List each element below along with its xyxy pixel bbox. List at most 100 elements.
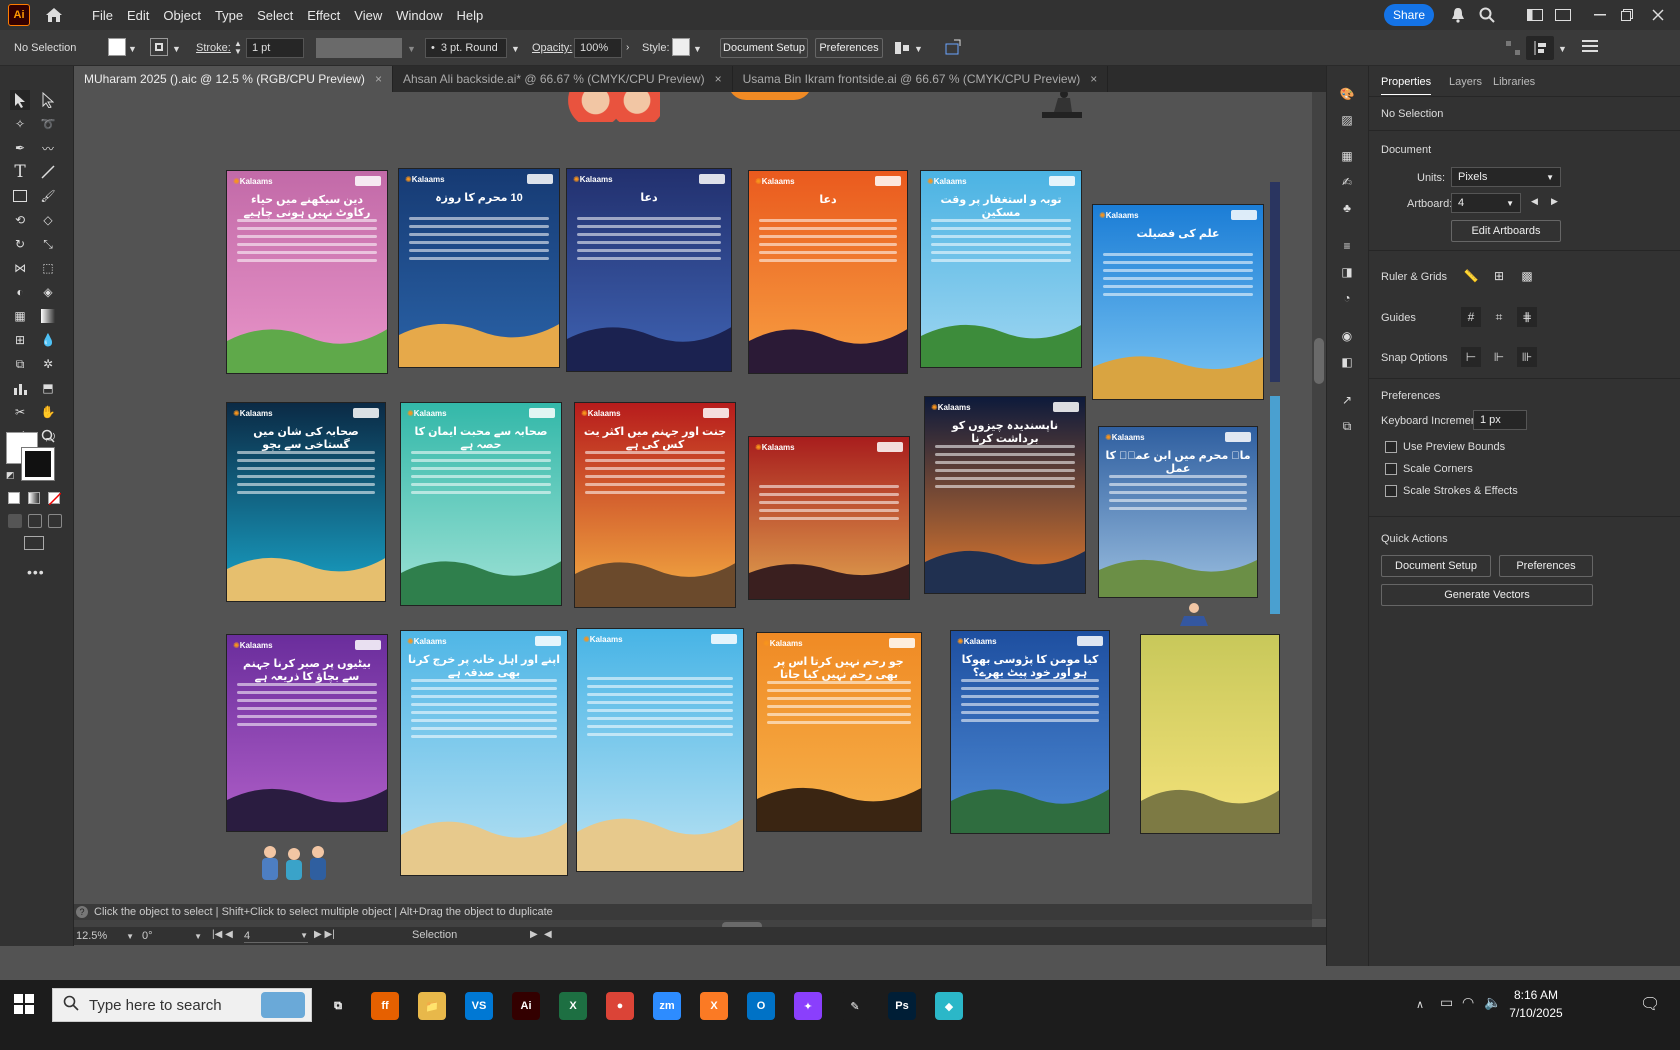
tab-properties[interactable]: Properties <box>1381 76 1432 95</box>
taskbar-app-zoom-icon[interactable]: zm <box>653 992 681 1020</box>
graphic-styles-icon[interactable]: ◧ <box>1337 352 1357 372</box>
selection-tool-icon[interactable] <box>10 90 30 110</box>
gradient-panel-icon[interactable]: ◨ <box>1337 262 1357 282</box>
taskbar-app-xampp-icon[interactable]: X <box>700 992 728 1020</box>
window-switch-icon[interactable] <box>1553 5 1573 25</box>
chevron-down-icon[interactable]: ▼ <box>693 44 702 54</box>
poster-artboard[interactable]: ✺Kalaams اپنے اور اہل خانہ پر خرچ کرنا بھ… <box>400 630 568 876</box>
poster-artboard[interactable]: ✺Kalaams <box>576 628 744 872</box>
vertical-scroll-thumb[interactable] <box>1314 338 1324 384</box>
image-trace-icon[interactable]: ▨ <box>1337 110 1357 130</box>
close-tab-icon[interactable]: × <box>1090 72 1097 86</box>
tab-layers[interactable]: Layers <box>1449 76 1482 88</box>
menu-item-effect[interactable]: Effect <box>307 8 340 23</box>
menu-item-type[interactable]: Type <box>215 8 243 23</box>
edit-artboards-button[interactable]: Edit Artboards <box>1451 220 1561 242</box>
chevron-down-icon[interactable]: ▼ <box>511 44 520 54</box>
chevron-right-icon[interactable]: ▶ <box>530 929 538 940</box>
artboard-number-field[interactable]: 4 ▼ <box>244 929 308 943</box>
taskbar-app-task-view-icon[interactable]: ⧉ <box>324 992 352 1020</box>
taskbar-app-chrome-icon[interactable]: ● <box>606 992 634 1020</box>
close-icon[interactable] <box>1648 5 1668 25</box>
lasso-tool-icon[interactable]: ➰ <box>38 114 58 134</box>
poster-artboard[interactable]: ✺Kalaams جنت اور جہنم میں اکثر یت کس کی ہ… <box>574 402 736 608</box>
shaper-tool-icon[interactable]: ⟲ <box>10 210 30 230</box>
share-button[interactable]: Share <box>1384 4 1434 26</box>
draw-inside-icon[interactable] <box>48 514 62 528</box>
grid-icon[interactable]: ⊞ <box>1489 266 1509 286</box>
eyedropper-tool-icon[interactable]: 💧 <box>38 330 58 350</box>
more-tools-icon[interactable]: ••• <box>27 564 45 580</box>
generate-vectors-button[interactable]: Generate Vectors <box>1381 584 1593 606</box>
taskbar-app-vscode-icon[interactable]: VS <box>465 992 493 1020</box>
taskbar-app-firefox-icon[interactable]: ff <box>371 992 399 1020</box>
direct-selection-tool-icon[interactable] <box>38 90 58 110</box>
rotate-tool-icon[interactable]: ↻ <box>10 234 30 254</box>
previous-artboard-icon[interactable]: ◀ <box>1531 196 1538 207</box>
opacity-label[interactable]: Opacity: <box>532 42 572 54</box>
poster-artboard[interactable]: ✺Kalaams 10 محرم کا روزہ <box>398 168 560 368</box>
taskbar-app-excel-icon[interactable]: X <box>559 992 587 1020</box>
volume-icon[interactable]: 🔈 <box>1484 994 1501 1011</box>
stroke-weight-input[interactable]: 1 pt <box>246 38 304 58</box>
poster-artboard[interactable] <box>1140 634 1280 834</box>
taskbar-app-illustrator-icon[interactable]: Ai <box>512 992 540 1020</box>
color-panel-icon[interactable]: 🎨 <box>1337 84 1357 104</box>
stroke-stepper-icon[interactable]: ▲ ▼ <box>234 40 242 56</box>
taskbar-search-box[interactable]: Type here to search <box>52 988 312 1022</box>
type-tool-icon[interactable]: T <box>10 162 30 182</box>
chevron-up-icon[interactable]: ∧ <box>1416 998 1424 1011</box>
keyboard-increment-input[interactable]: 1 px <box>1473 410 1527 430</box>
poster-artboard[interactable]: ✺Kalaams صحابہ کی شان میں گستاخی سے بچو <box>226 402 386 602</box>
live-paint-tool-icon[interactable]: ◈ <box>38 282 58 302</box>
swatches-icon[interactable]: ▦ <box>1337 146 1357 166</box>
clipart-family[interactable] <box>256 844 332 884</box>
slice-tool-icon[interactable]: ✂ <box>10 402 30 422</box>
brush-definition[interactable]: • 3 pt. Round <box>425 38 507 58</box>
artboard-canvas[interactable]: ✺Kalaams دین سیکھنے میں حیاء رکاوٹ نہیں ہ… <box>74 92 1312 919</box>
perspective-grid-tool-icon[interactable]: ▦ <box>10 306 30 326</box>
scale-strokes-checkbox[interactable] <box>1385 485 1397 497</box>
snap-to-point-icon[interactable]: ⊢ <box>1461 347 1481 367</box>
draw-normal-icon[interactable] <box>8 514 22 528</box>
fill-swatch[interactable] <box>108 38 126 56</box>
preferences-button[interactable]: Preferences <box>815 38 883 58</box>
default-colors-icon[interactable]: ◩ <box>6 470 15 481</box>
symbol-sprayer-tool-icon[interactable]: ✲ <box>38 354 58 374</box>
close-tab-icon[interactable]: × <box>375 72 382 86</box>
isolate-icon[interactable] <box>944 38 962 59</box>
taskbar-app-file-explorer-icon[interactable]: 📁 <box>418 992 446 1020</box>
artboard-tool-icon[interactable]: ⬒ <box>38 378 58 398</box>
arrange-icon[interactable] <box>1505 40 1521 59</box>
transparency-grid-icon[interactable]: ▩ <box>1517 266 1537 286</box>
clipart-praying-man[interactable] <box>1042 92 1082 120</box>
chevron-down-icon[interactable]: ▼ <box>914 44 923 54</box>
transparency-icon[interactable]: ◔ <box>1337 288 1357 308</box>
clipart-children[interactable] <box>568 92 660 122</box>
close-tab-icon[interactable]: × <box>715 72 722 86</box>
screen-mode-icon[interactable] <box>24 536 44 550</box>
poster-artboard[interactable]: ✺Kalaams ماہ محرم میں ابن عمرؓ کا عمل <box>1098 426 1258 598</box>
document-tab[interactable]: Ahsan Ali backside.ai* @ 66.67 % (CMYK/C… <box>393 66 733 92</box>
width-tool-icon[interactable]: ⋈ <box>10 258 30 278</box>
color-mode-icon[interactable] <box>8 492 20 504</box>
poster-artboard[interactable]: ✺Kalaams <box>748 436 910 600</box>
align-icon[interactable] <box>893 40 911 59</box>
variable-width-profile[interactable] <box>316 38 402 58</box>
symbols-icon[interactable]: ♣ <box>1337 198 1357 218</box>
poster-artboard[interactable]: ✺Kalaams توبہ و استغفار پر وقت مسکین <box>920 170 1082 368</box>
notifications-icon[interactable]: 🗨 <box>1640 994 1660 1014</box>
zoom-level-field[interactable]: 12.5% ▼ <box>76 929 134 943</box>
mesh-tool-icon[interactable]: ⊞ <box>10 330 30 350</box>
swap-colors-icon[interactable]: ⤾ <box>46 432 55 445</box>
paintbrush-tool-icon[interactable]: 🖌 <box>38 186 58 206</box>
menu-item-edit[interactable]: Edit <box>127 8 149 23</box>
vertical-scrollbar[interactable] <box>1312 92 1326 919</box>
free-transform-tool-icon[interactable]: ⬚ <box>38 258 58 278</box>
taskbar-app-photoshop-icon[interactable]: Ps <box>888 992 916 1020</box>
magic-wand-tool-icon[interactable]: ✧ <box>10 114 30 134</box>
none-mode-icon[interactable] <box>48 492 62 506</box>
chevron-right-icon[interactable]: › <box>626 42 629 53</box>
menu-item-select[interactable]: Select <box>257 8 293 23</box>
snap-toggle-icon[interactable] <box>1526 36 1554 60</box>
